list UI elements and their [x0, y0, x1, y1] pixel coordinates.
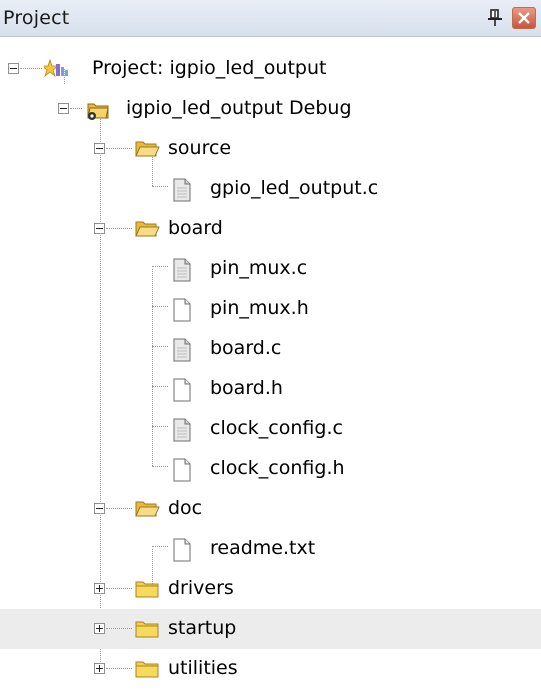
tree-item-file[interactable]: pin_mux.c: [0, 249, 541, 289]
group-label: startup: [168, 617, 237, 639]
collapse-toggle[interactable]: [8, 63, 19, 74]
tree-item-source[interactable]: source: [0, 129, 541, 169]
file-label: readme.txt: [210, 537, 316, 559]
header-file-icon: [172, 378, 196, 402]
source-file-icon: [172, 178, 196, 202]
file-label: board.c: [210, 337, 282, 359]
header-file-icon: [172, 298, 196, 322]
expand-toggle[interactable]: [94, 623, 105, 634]
expand-toggle[interactable]: [94, 583, 105, 594]
collapse-toggle[interactable]: [58, 103, 69, 114]
text-file-icon: [172, 538, 196, 562]
group-label: board: [168, 217, 223, 239]
group-label: doc: [168, 497, 203, 519]
file-label: pin_mux.c: [210, 257, 308, 279]
source-file-icon: [172, 418, 196, 442]
source-file-icon: [172, 258, 196, 282]
panel-title: Project: [3, 7, 70, 29]
tree-item-file[interactable]: board.h: [0, 369, 541, 409]
tree-item-file[interactable]: clock_config.h: [0, 449, 541, 489]
collapse-toggle[interactable]: [94, 143, 105, 154]
tree-item-doc[interactable]: doc: [0, 489, 541, 529]
group-label: utilities: [168, 657, 238, 679]
group-label: source: [168, 137, 232, 159]
tree-item-file[interactable]: pin_mux.h: [0, 289, 541, 329]
project-root-label: Project: igpio_led_output: [92, 57, 327, 79]
project-icon: [40, 58, 68, 80]
group-label: drivers: [168, 577, 234, 599]
folder-open-icon: [134, 498, 160, 520]
tree-item-utilities[interactable]: utilities: [0, 649, 541, 689]
folder-open-icon: [134, 218, 160, 240]
file-label: gpio_led_output.c: [210, 177, 379, 199]
folder-open-icon: [134, 138, 160, 160]
tree-item-startup[interactable]: startup: [0, 609, 541, 649]
tree-item-board[interactable]: board: [0, 209, 541, 249]
target-label: igpio_led_output Debug: [126, 97, 352, 119]
tree-item-project[interactable]: Project: igpio_led_output: [0, 49, 541, 89]
expand-toggle[interactable]: [94, 663, 105, 674]
file-label: pin_mux.h: [210, 297, 309, 319]
tree-item-target[interactable]: igpio_led_output Debug: [0, 89, 541, 129]
file-label: board.h: [210, 377, 283, 399]
header-file-icon: [172, 458, 196, 482]
file-label: clock_config.h: [210, 457, 345, 479]
pin-button[interactable]: [486, 8, 504, 28]
source-file-icon: [172, 338, 196, 362]
folder-icon: [134, 618, 159, 640]
tree-item-file[interactable]: clock_config.c: [0, 409, 541, 449]
collapse-toggle[interactable]: [94, 503, 105, 514]
tree-item-file[interactable]: gpio_led_output.c: [0, 169, 541, 209]
file-label: clock_config.c: [210, 417, 343, 439]
close-button[interactable]: [512, 7, 536, 29]
tree-item-file[interactable]: readme.txt: [0, 529, 541, 569]
folder-icon: [134, 658, 159, 680]
collapse-toggle[interactable]: [94, 223, 105, 234]
panel-header: Project: [0, 0, 541, 37]
project-tree[interactable]: Project: igpio_led_output igpio_led_outp…: [0, 36, 541, 695]
tree-item-file[interactable]: board.c: [0, 329, 541, 369]
target-icon: [84, 98, 109, 120]
close-icon: [518, 12, 530, 24]
tree-item-drivers[interactable]: drivers: [0, 569, 541, 609]
pushpin-icon: [488, 9, 502, 26]
folder-icon: [134, 578, 159, 600]
